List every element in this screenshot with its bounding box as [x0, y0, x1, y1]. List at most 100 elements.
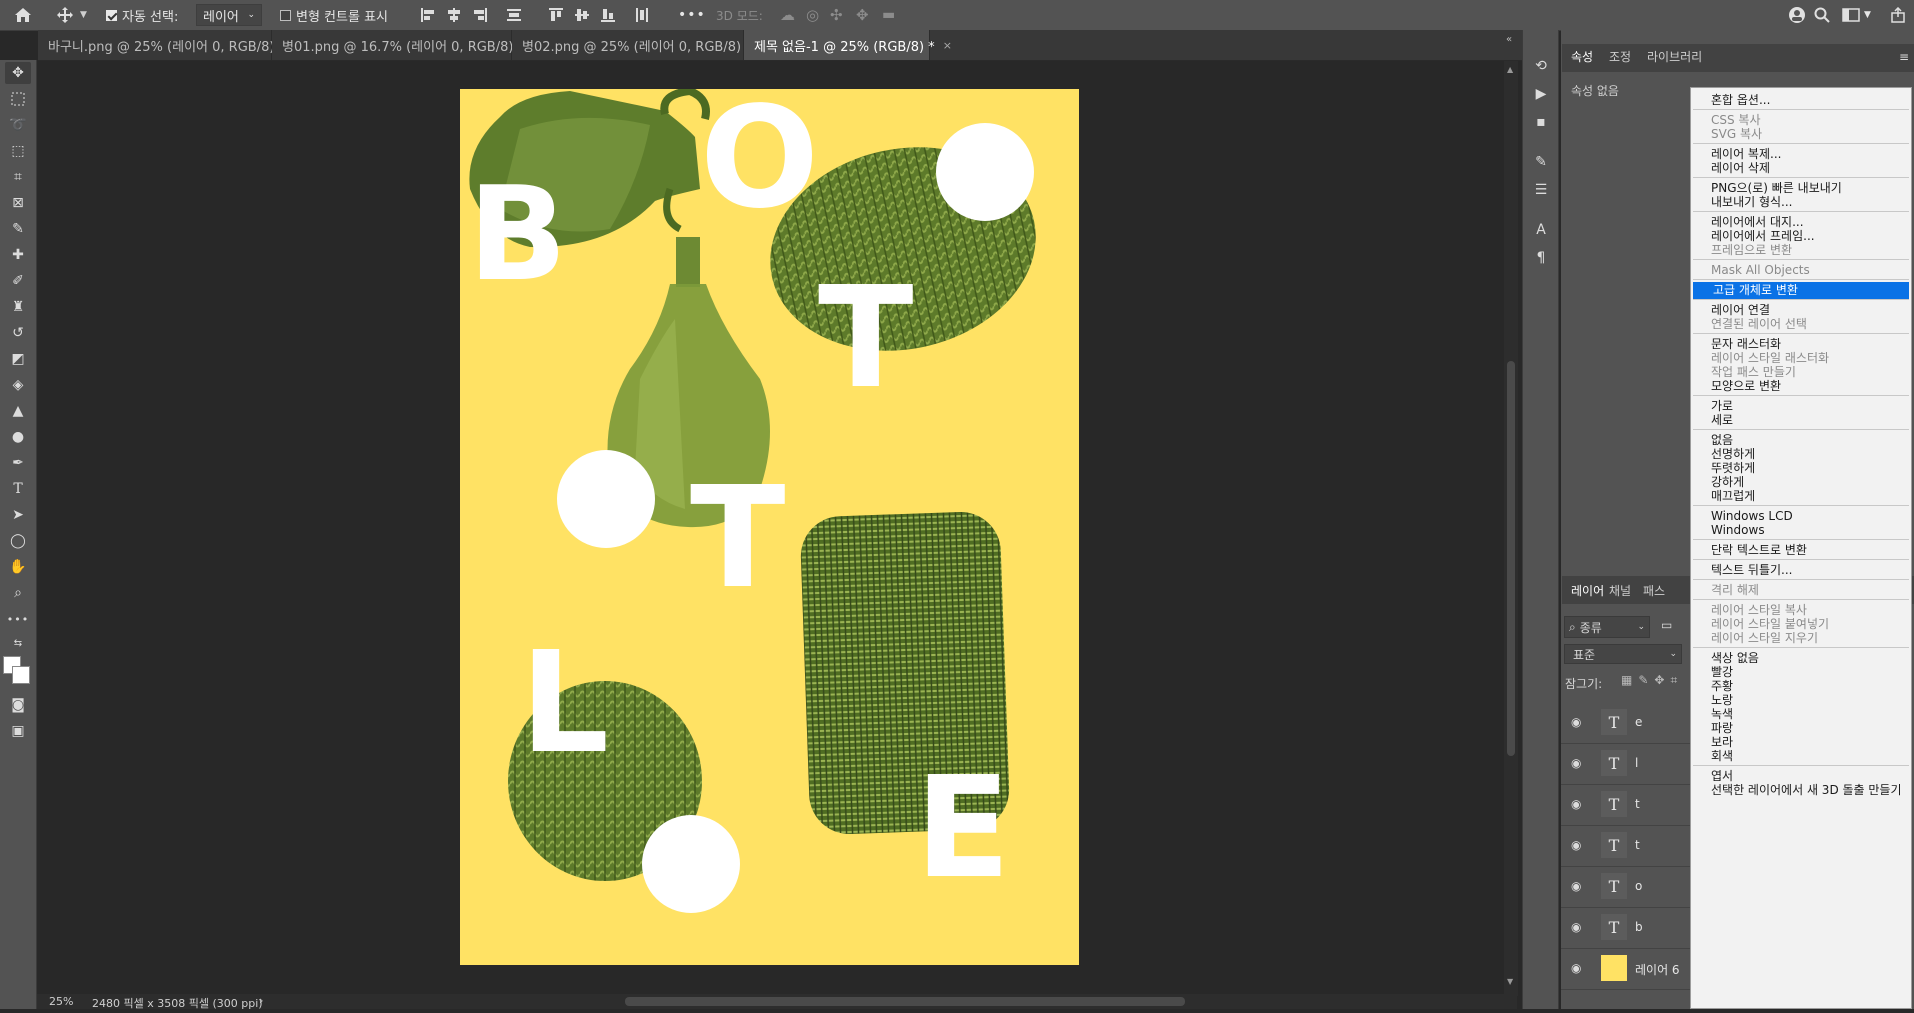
menu-item[interactable]: 회색 [1691, 748, 1911, 765]
eye-icon[interactable]: ◉ [1571, 797, 1581, 811]
eye-icon[interactable]: ◉ [1571, 838, 1581, 852]
align-bottom-icon[interactable] [600, 0, 616, 30]
tab-document-3[interactable]: 병02.png @ 25% (레이어 0, RGB/8) *× [512, 30, 769, 60]
screen-mode-icon[interactable]: ▣ [5, 720, 31, 742]
layer-row-t[interactable]: ◉ T t [1561, 785, 1691, 826]
path-select-tool-icon[interactable]: ➤ [5, 504, 31, 526]
marquee-tool-icon[interactable] [5, 88, 31, 110]
menu-item[interactable]: 매끄럽게 [1691, 488, 1911, 505]
background-color-swatch[interactable] [12, 666, 30, 684]
menu-item[interactable]: 세로 [1691, 412, 1911, 429]
history-brush-tool-icon[interactable]: ↺ [5, 322, 31, 344]
eye-icon[interactable]: ◉ [1571, 756, 1581, 770]
move-tool-icon[interactable]: ▼ [56, 0, 87, 30]
checkbox-unchecked-icon[interactable] [280, 9, 291, 21]
object-select-tool-icon[interactable]: ⬚ [5, 140, 31, 162]
search-icon[interactable] [1814, 0, 1830, 30]
blur-tool-icon[interactable]: ▲ [5, 400, 31, 422]
tab-document-2[interactable]: 병01.png @ 16.7% (레이어 0, RGB/8) *× [272, 30, 541, 60]
layer-filter-dropdown[interactable]: ⌕ 종류 ⌄ [1564, 616, 1650, 638]
transform-controls-checkbox[interactable]: 변형 컨트롤 표시 [280, 0, 388, 30]
healing-brush-tool-icon[interactable]: ✚ [5, 244, 31, 266]
quick-mask-icon[interactable]: ◙ [5, 694, 31, 716]
type-tool-icon[interactable]: T [5, 478, 31, 500]
edit-toolbar-icon[interactable]: ••• [5, 608, 31, 630]
eye-icon[interactable]: ◉ [1571, 920, 1581, 934]
status-menu-arrow[interactable]: › [259, 994, 263, 1007]
adjustments-icon[interactable]: ☰ [1530, 180, 1552, 200]
scroll-down-icon[interactable]: ▼ [1507, 977, 1513, 986]
comments-panel-icon[interactable]: ▪ [1530, 112, 1552, 132]
workspace-icon[interactable]: ▼ [1842, 0, 1871, 30]
menu-item[interactable]: 고급 개체로 변환 [1693, 282, 1909, 299]
move-tool-icon[interactable]: ✥ [5, 62, 31, 84]
align-middle-v-icon[interactable] [574, 0, 590, 30]
actions-panel-icon[interactable]: ▶ [1530, 84, 1552, 104]
character-panel-icon[interactable]: A [1530, 220, 1552, 240]
panel-menu-icon[interactable]: ≡ [1899, 50, 1909, 64]
swap-colors-icon[interactable]: ⇆ [5, 632, 31, 654]
lock-icons[interactable]: ▦✎✥⌗ [1621, 673, 1683, 688]
horizontal-scrollbar-thumb[interactable] [625, 997, 1185, 1006]
collapse-panels-icon[interactable]: « [1506, 34, 1512, 45]
lasso-tool-icon[interactable]: ➰ [5, 114, 31, 136]
auto-select-dropdown[interactable]: 레이어 ⌄ [196, 4, 262, 26]
menu-item[interactable]: 레이어 삭제 [1691, 160, 1911, 177]
crop-tool-icon[interactable]: ⌗ [5, 166, 31, 188]
share-icon[interactable] [1890, 0, 1906, 30]
zoom-level[interactable]: 25% [49, 995, 73, 1008]
align-right-icon[interactable] [472, 0, 488, 30]
menu-item[interactable]: 단락 텍스트로 변환 [1691, 542, 1911, 559]
menu-item[interactable]: Windows [1691, 522, 1911, 539]
layer-row-l[interactable]: ◉ T l [1561, 744, 1691, 785]
hand-tool-icon[interactable]: ✋ [5, 556, 31, 578]
menu-item[interactable]: 혼합 옵션... [1691, 92, 1911, 109]
stamp-tool-icon[interactable]: ♜ [5, 296, 31, 318]
layer-row-o[interactable]: ◉ T o [1561, 867, 1691, 908]
ellipse-tool-icon[interactable]: ◯ [5, 530, 31, 552]
more-options-button[interactable]: ••• [678, 0, 706, 30]
align-center-h-icon[interactable] [446, 0, 462, 30]
eye-icon[interactable]: ◉ [1571, 715, 1581, 729]
layer-row-t[interactable]: ◉ T t [1561, 826, 1691, 867]
home-icon[interactable] [14, 0, 32, 30]
menu-item[interactable]: 내보내기 형식... [1691, 194, 1911, 211]
dodge-tool-icon[interactable]: ● [5, 426, 31, 448]
tab-layers[interactable]: 레이어 [1571, 576, 1604, 604]
scroll-up-icon[interactable]: ▲ [1507, 65, 1513, 74]
layer-row-b[interactable]: ◉ T b [1561, 908, 1691, 949]
brush-tool-icon[interactable]: ✐ [5, 270, 31, 292]
menu-item[interactable]: 모양으로 변환 [1691, 378, 1911, 395]
zoom-tool-icon[interactable]: ⌕ [5, 582, 31, 604]
frame-tool-icon[interactable]: ⊠ [5, 192, 31, 214]
document-canvas[interactable]: B O T T L E [460, 89, 1079, 965]
distribute-icon[interactable] [506, 0, 522, 30]
user-icon[interactable] [1788, 0, 1806, 30]
eyedropper-tool-icon[interactable]: ✎ [5, 218, 31, 240]
eye-icon[interactable]: ◉ [1571, 961, 1581, 975]
tab-document-4-active[interactable]: 제목 없음-1 @ 25% (RGB/8) * × [744, 30, 952, 60]
layer-row-layer6[interactable]: ◉ 레이어 6 [1561, 949, 1691, 990]
paint-bucket-tool-icon[interactable]: ◈ [5, 374, 31, 396]
blend-mode-dropdown[interactable]: 표준 ⌄ [1564, 644, 1682, 664]
tab-channels[interactable]: 채널 [1609, 576, 1631, 604]
tab-document-1[interactable]: 바구니.png @ 25% (레이어 0, RGB/8) *× [38, 30, 302, 60]
align-top-icon[interactable] [548, 0, 564, 30]
eye-icon[interactable]: ◉ [1571, 879, 1581, 893]
brush-settings-icon[interactable]: ✎ [1530, 152, 1552, 172]
auto-select-checkbox[interactable]: 자동 선택: [106, 0, 178, 30]
tab-properties[interactable]: 속성 [1571, 42, 1593, 70]
align-left-icon[interactable] [420, 0, 436, 30]
menu-item[interactable]: 선택한 레이어에서 새 3D 돌출 만들기 [1691, 782, 1911, 799]
close-icon[interactable]: × [943, 39, 952, 52]
eraser-tool-icon[interactable]: ◩ [5, 348, 31, 370]
distribute-v-icon[interactable] [634, 0, 650, 30]
vertical-scrollbar[interactable]: ▲ ▼ [1504, 61, 1518, 996]
tab-adjustments[interactable]: 조정 [1609, 42, 1631, 70]
scrollbar-thumb[interactable] [1507, 361, 1515, 756]
tab-libraries[interactable]: 라이브러리 [1647, 42, 1702, 70]
checkbox-checked-icon[interactable] [106, 9, 117, 21]
tab-paths[interactable]: 패스 [1643, 576, 1665, 604]
image-filter-icon[interactable]: ▭ [1661, 618, 1672, 632]
chevron-down-icon[interactable]: ▼ [80, 10, 87, 20]
